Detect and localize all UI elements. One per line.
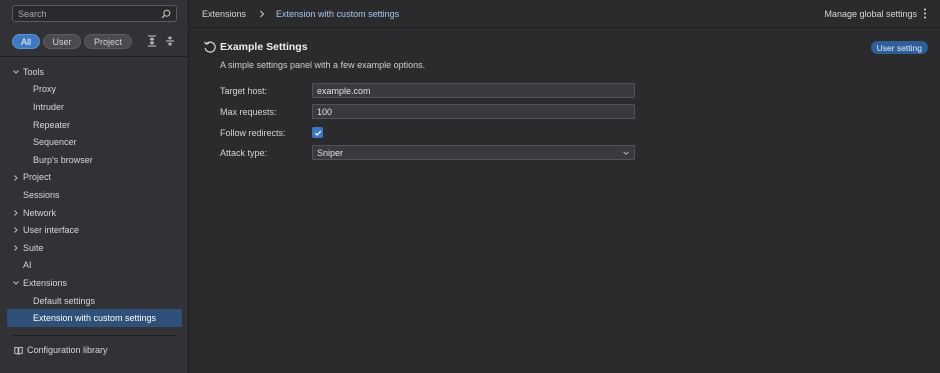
breadcrumb-extensions[interactable]: Extensions <box>202 9 246 19</box>
tree-item-label: Default settings <box>33 295 96 306</box>
chevron-right-icon[interactable] <box>12 209 20 217</box>
tree-item-default-settings[interactable]: Default settings <box>0 292 189 310</box>
collapse-all-icon[interactable] <box>164 35 176 47</box>
target-host-row: Target host: <box>220 83 635 98</box>
attack-type-label: Attack type: <box>220 147 268 158</box>
chevron-right-icon <box>260 10 265 18</box>
configuration-library-link[interactable]: Configuration library <box>14 345 108 355</box>
follow-redirects-checkbox[interactable] <box>312 127 323 138</box>
tree-item-ai[interactable]: AI <box>0 257 189 275</box>
filter-all-pill[interactable]: All <box>12 34 40 49</box>
filter-pills: All User Project <box>12 34 135 49</box>
manage-global-settings-button[interactable]: Manage global settings <box>824 8 927 19</box>
expand-all-icon[interactable] <box>146 35 158 47</box>
tree-item-sessions[interactable]: Sessions <box>0 186 189 204</box>
tree-item-network[interactable]: Network <box>0 204 189 222</box>
chevron-right-icon[interactable] <box>12 226 20 234</box>
breadcrumb-current: Extension with custom settings <box>276 9 400 19</box>
sidebar-divider <box>0 56 189 57</box>
target-host-label: Target host: <box>220 85 268 96</box>
topbar: Extensions Extension with custom setting… <box>190 0 940 28</box>
tree-item-proxy[interactable]: Proxy <box>0 81 189 99</box>
sidebar-bottom-divider <box>12 335 177 336</box>
follow-redirects-label: Follow redirects: <box>220 127 286 138</box>
configuration-library-label: Configuration library <box>27 345 108 355</box>
search-icon[interactable] <box>161 9 171 19</box>
chevron-down-icon <box>623 150 629 155</box>
max-requests-field[interactable] <box>312 104 635 119</box>
settings-tree: Tools Proxy Intruder Repeater Sequencer … <box>0 63 189 327</box>
tree-item-burps-browser[interactable]: Burp's browser <box>0 151 189 169</box>
tree-item-tools[interactable]: Tools <box>0 63 189 81</box>
breadcrumb: Extensions Extension with custom setting… <box>202 9 399 19</box>
tree-item-label: Network <box>23 207 57 218</box>
sidebar: All User Project Tools Proxy Intruder Re… <box>0 0 189 373</box>
tree-item-label: Extension with custom settings <box>33 313 157 324</box>
tree-item-extension-custom-settings[interactable]: Extension with custom settings <box>7 309 182 327</box>
tree-item-label: Proxy <box>33 84 57 95</box>
search-input[interactable] <box>18 8 161 19</box>
attack-type-value: Sniper <box>317 147 344 158</box>
filter-user-pill[interactable]: User <box>43 34 81 49</box>
tree-item-user-interface[interactable]: User interface <box>0 221 189 239</box>
attack-type-row: Attack type: Sniper <box>220 145 635 160</box>
chevron-down-icon[interactable] <box>12 68 20 76</box>
tree-item-label: User interface <box>23 225 80 236</box>
tree-item-label: Project <box>23 172 52 183</box>
tree-item-label: Sessions <box>23 189 60 200</box>
tree-item-label: Burp's browser <box>33 154 93 165</box>
tree-item-label: Suite <box>23 242 44 253</box>
tree-item-repeater[interactable]: Repeater <box>0 116 189 134</box>
tree-item-label: Intruder <box>33 101 65 112</box>
tree-item-label: Sequencer <box>33 137 77 148</box>
more-vertical-icon[interactable] <box>923 8 927 19</box>
target-host-input[interactable] <box>317 85 630 96</box>
tree-item-sequencer[interactable]: Sequencer <box>0 133 189 151</box>
checkmark-icon <box>314 130 321 136</box>
chevron-right-icon[interactable] <box>12 244 20 252</box>
target-host-field[interactable] <box>312 83 635 98</box>
max-requests-input[interactable] <box>317 106 630 117</box>
chevron-down-icon[interactable] <box>12 279 20 287</box>
tree-item-suite[interactable]: Suite <box>0 239 189 257</box>
panel-description: A simple settings panel with a few examp… <box>220 60 426 70</box>
max-requests-label: Max requests: <box>220 106 277 117</box>
reset-icon[interactable] <box>203 40 217 54</box>
tree-item-label: Repeater <box>33 119 71 130</box>
chevron-right-icon[interactable] <box>12 174 20 182</box>
search-box[interactable] <box>12 5 177 22</box>
tree-item-label: Tools <box>23 66 45 77</box>
tree-item-label: AI <box>23 260 32 271</box>
settings-panel: Example Settings User setting A simple s… <box>190 29 940 373</box>
book-icon <box>14 346 23 355</box>
panel-title: Example Settings <box>220 41 308 53</box>
tree-item-intruder[interactable]: Intruder <box>0 98 189 116</box>
user-setting-badge: User setting <box>870 41 928 54</box>
max-requests-row: Max requests: <box>220 104 635 119</box>
tree-item-label: Extensions <box>23 277 68 288</box>
tree-item-extensions[interactable]: Extensions <box>0 274 189 292</box>
manage-global-settings-label: Manage global settings <box>824 8 917 19</box>
attack-type-select[interactable]: Sniper <box>312 145 635 160</box>
filter-project-pill[interactable]: Project <box>84 34 132 49</box>
tree-item-project[interactable]: Project <box>0 169 189 187</box>
follow-redirects-row: Follow redirects: <box>220 125 323 140</box>
